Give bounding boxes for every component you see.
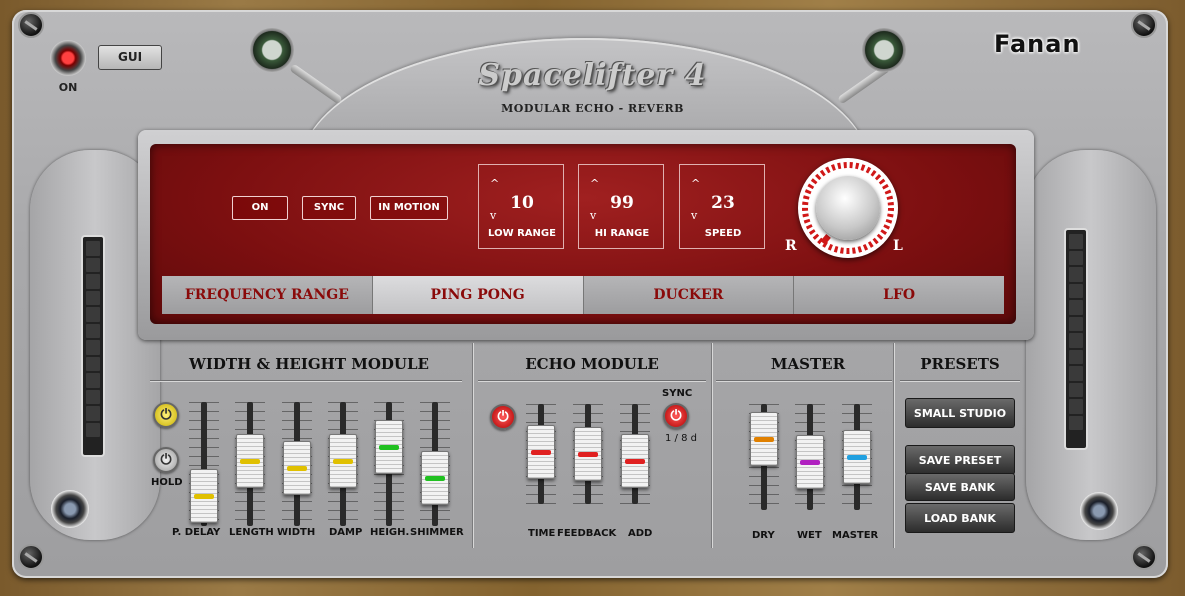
tab-ducker[interactable]: DUCKER	[583, 276, 795, 314]
fader-color-mark	[240, 458, 260, 464]
fader-time[interactable]	[527, 424, 555, 479]
fader-label: MASTER	[832, 530, 879, 541]
fader-color-mark	[754, 436, 774, 442]
knob-l-label: L	[893, 238, 903, 254]
save-preset-button[interactable]: SAVE PRESET	[905, 445, 1015, 475]
fader-color-mark	[194, 493, 214, 499]
hold-button[interactable]: ⏻	[153, 447, 179, 473]
fader-feedback[interactable]	[574, 427, 602, 481]
screw-icon	[18, 12, 44, 38]
fader-p-delay[interactable]	[190, 468, 218, 523]
echo-sync-label: SYNC	[662, 388, 693, 399]
display-sync-button[interactable]: SYNC	[302, 196, 356, 220]
divider	[893, 343, 895, 548]
hold-label: HOLD	[151, 477, 183, 488]
fader-width[interactable]	[283, 440, 311, 495]
arrow-up-icon[interactable]: ^	[490, 177, 499, 190]
left-level-meter	[81, 235, 105, 457]
fader-color-mark	[425, 476, 445, 481]
fader-label: SHIMMER	[410, 527, 464, 538]
right-side-panel	[1026, 150, 1156, 540]
left-trim-knob[interactable]	[51, 490, 89, 528]
speed-label: SPEED	[704, 228, 742, 239]
display-on-button[interactable]: ON	[232, 196, 288, 220]
fader-label: ADD	[628, 528, 653, 539]
fader-add[interactable]	[621, 433, 649, 488]
mode-tabs: FREQUENCY RANGE PING PONG DUCKER LFO	[162, 276, 1004, 314]
screw-icon	[18, 544, 44, 570]
hi-range-box[interactable]: ^ v 99 HI RANGE	[578, 164, 664, 249]
app-title: Spacelifter 4	[478, 58, 707, 93]
echo-power-button[interactable]: ⏻	[490, 404, 516, 430]
fader-label: FEEDBACK	[557, 528, 617, 539]
low-range-label: LOW RANGE	[488, 228, 556, 239]
divider	[900, 380, 1020, 382]
knob-r-label: R	[785, 238, 797, 254]
echo-header: ECHO MODULE	[525, 355, 659, 373]
fader-length[interactable]	[236, 433, 264, 488]
presets-header: PRESETS	[920, 355, 1000, 373]
fader-master[interactable]	[843, 430, 871, 484]
preset-selector[interactable]: SMALL STUDIO	[905, 398, 1015, 428]
fader-color-mark	[847, 455, 867, 460]
fader-label: HEIGH.	[370, 527, 410, 538]
tab-lfo[interactable]: LFO	[794, 276, 1004, 314]
gui-button[interactable]: GUI	[98, 45, 162, 70]
knob-cap[interactable]	[816, 176, 880, 240]
fader-color-mark	[625, 458, 645, 464]
fader-shimmer[interactable]	[421, 451, 449, 505]
divider	[711, 343, 713, 548]
fader-heigh[interactable]	[375, 419, 403, 474]
fader-label: WIDTH	[277, 527, 316, 538]
brand-logo: Fanan	[994, 30, 1081, 58]
fader-label: DAMP	[329, 527, 363, 538]
display-in-motion-button[interactable]: IN MOTION	[370, 196, 448, 220]
fader-color-mark	[379, 444, 399, 450]
fader-color-mark	[800, 460, 820, 466]
fader-label: LENGTH	[229, 527, 274, 538]
echo-sync-button[interactable]: ⏻	[663, 403, 689, 429]
app-subtitle: MODULAR ECHO - REVERB	[501, 102, 684, 115]
fader-damp[interactable]	[329, 433, 357, 488]
fader-dry[interactable]	[750, 411, 778, 466]
wh-power-button[interactable]: ⏻	[153, 402, 179, 428]
screw-icon	[1131, 12, 1157, 38]
pan-knob[interactable]	[798, 158, 898, 258]
hi-range-label: HI RANGE	[594, 228, 650, 239]
divider	[472, 343, 474, 548]
fader-color-mark	[333, 458, 353, 464]
save-bank-button[interactable]: SAVE BANK	[905, 473, 1015, 501]
master-header: MASTER	[770, 355, 846, 373]
fader-color-mark	[287, 465, 307, 471]
power-button[interactable]	[50, 40, 86, 76]
fader-label: DRY	[752, 530, 775, 541]
tab-frequency-range[interactable]: FREQUENCY RANGE	[162, 276, 373, 314]
width-height-header: WIDTH & HEIGHT MODULE	[189, 355, 429, 373]
right-level-meter	[1064, 228, 1088, 450]
divider	[150, 380, 462, 382]
speed-value: 23	[711, 193, 735, 213]
power-label: ON	[58, 81, 78, 94]
hi-range-value: 99	[610, 193, 634, 213]
low-range-value: 10	[510, 193, 534, 213]
fader-label: P. DELAY	[172, 527, 221, 538]
divider	[478, 380, 706, 382]
arrow-up-icon[interactable]: ^	[691, 177, 700, 190]
low-range-box[interactable]: ^ v 10 LOW RANGE	[478, 164, 564, 249]
fader-label: WET	[797, 530, 822, 541]
fader-color-mark	[578, 452, 598, 457]
arrow-up-icon[interactable]: ^	[590, 177, 599, 190]
echo-sync-value: 1 / 8 d	[665, 433, 697, 444]
speed-box[interactable]: ^ v 23 SPEED	[679, 164, 765, 249]
load-bank-button[interactable]: LOAD BANK	[905, 503, 1015, 533]
right-trim-knob[interactable]	[1080, 492, 1118, 530]
screw-icon	[1131, 544, 1157, 570]
fader-wet[interactable]	[796, 435, 824, 490]
fader-color-mark	[531, 449, 551, 455]
fader-label: TIME	[528, 528, 556, 539]
divider	[716, 380, 892, 382]
tab-ping-pong[interactable]: PING PONG	[372, 276, 584, 314]
